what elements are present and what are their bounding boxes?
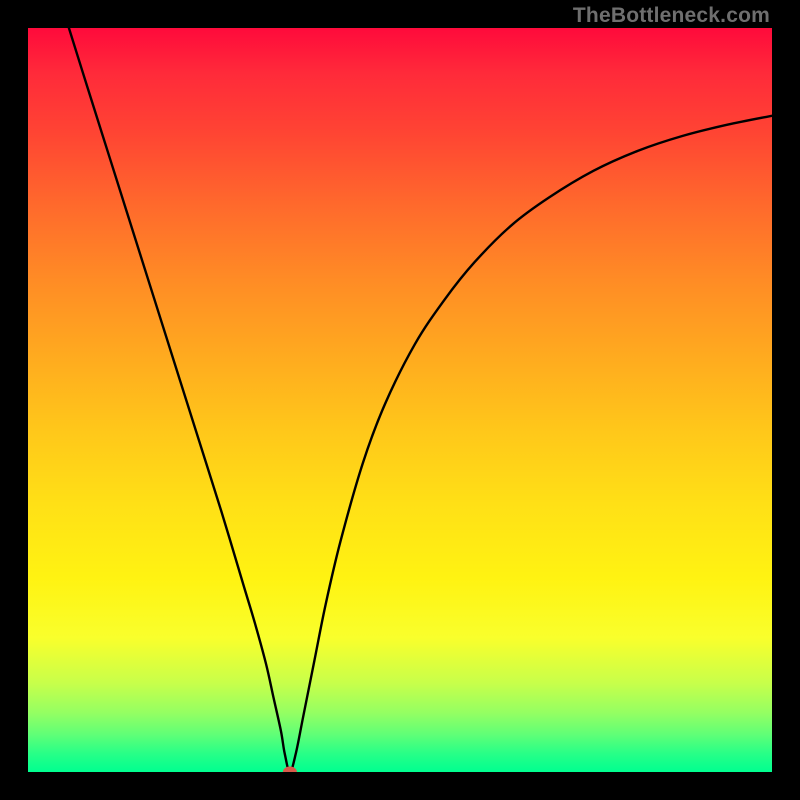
watermark-text: TheBottleneck.com <box>573 4 770 28</box>
minimum-marker <box>283 767 297 773</box>
bottleneck-curve <box>28 28 772 772</box>
plot-area <box>28 28 772 772</box>
chart-frame: TheBottleneck.com <box>0 0 800 800</box>
